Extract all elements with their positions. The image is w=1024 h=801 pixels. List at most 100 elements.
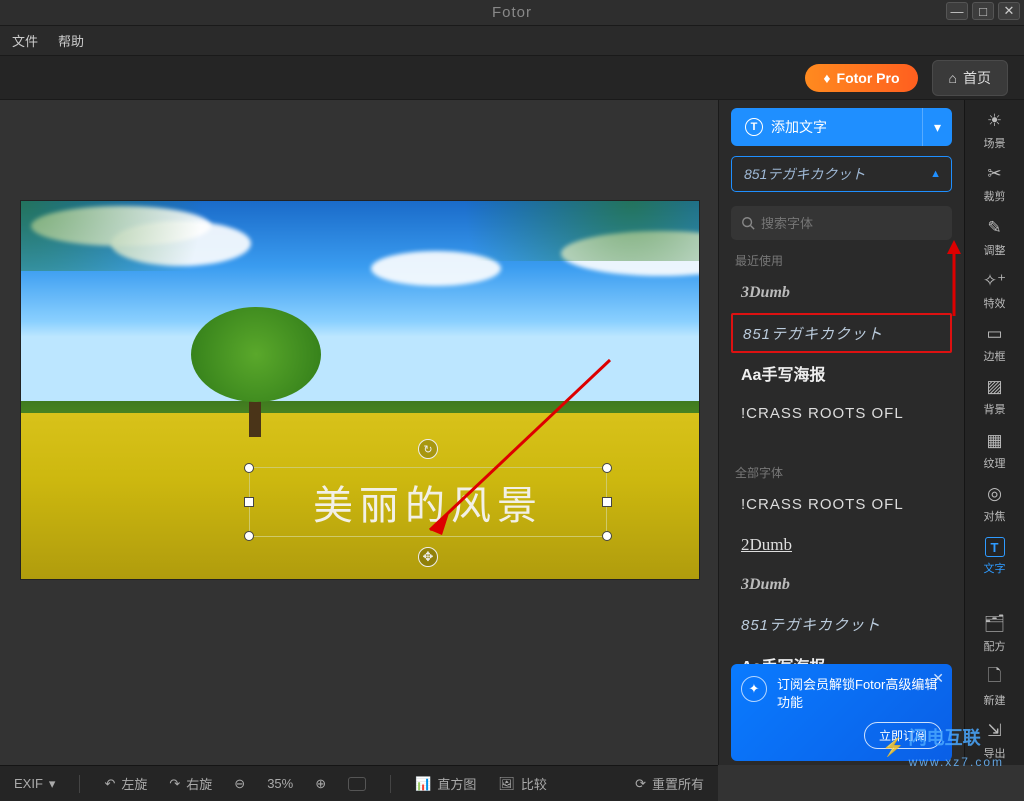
main-area: ↻ 美丽的风景 ✥ T 添加文字 ▾ [0,100,1024,765]
rotate-right-button[interactable]: ↷右旋 [169,774,212,793]
text-icon: T [985,537,1005,557]
minimize-button[interactable]: — [946,2,968,20]
menu-help[interactable]: 帮助 [58,31,84,50]
font-item[interactable]: Aa手写海报 [731,353,952,393]
font-name-label: Aa手写海报 [741,361,825,385]
canvas-area[interactable]: ↻ 美丽的风景 ✥ [0,100,718,765]
reset-button[interactable]: ⟳重置所有 [635,774,704,793]
maximize-button[interactable]: □ [972,2,994,20]
tool-frame[interactable]: ▭边框 [969,319,1021,368]
font-item[interactable]: 851テガキカクット [731,605,952,645]
rotate-right-icon: ↷ [169,776,180,792]
window-controls: — □ ✕ [946,2,1020,20]
right-column: T 添加文字 ▾ 851テガキカクット ▲ 最近使用 3Dumb851テガキカク [718,100,1024,765]
resize-handle-tl[interactable] [244,463,254,473]
tool-focus[interactable]: ◎对焦 [969,479,1021,528]
frame-icon: ▭ [984,323,1006,345]
move-handle[interactable]: ✥ [418,547,438,567]
text-icon: T [745,118,763,136]
separator [390,775,391,793]
export-icon: ⇲ [984,720,1006,742]
zoom-level[interactable]: 35% [267,776,293,791]
font-name-label: 851テガキカクット [741,614,881,635]
titlebar: Fotor — □ ✕ [0,0,1024,26]
resize-handle-bl[interactable] [244,531,254,541]
tool-scene[interactable]: ☀场景 [969,106,1021,155]
foliage-icon [21,201,292,271]
tree-icon [191,307,321,437]
fit-icon [348,777,366,791]
reset-icon: ⟳ [635,776,646,792]
separator [79,775,80,793]
rotate-handle[interactable]: ↻ [418,439,438,459]
tool-rail: ☀场景 ✂裁剪 ✎调整 ✧⁺特效 ▭边框 ▨背景 ▦纹理 ◎对焦 T文字 🗂配方… [964,100,1024,765]
tool-background[interactable]: ▨背景 [969,372,1021,421]
new-file-icon: 🗋 [984,667,1006,689]
fotor-pro-button[interactable]: ♦ Fotor Pro [805,64,917,92]
resize-handle-tr[interactable] [602,463,612,473]
font-item[interactable]: 2Dumb [731,525,952,565]
tool-new[interactable]: 🗋新建 [969,663,1021,712]
crop-icon: ✂ [984,163,1006,185]
close-icon[interactable]: ✕ [932,670,944,687]
font-name-label: !CRASS ROOTS OFL [741,496,904,513]
chevron-down-icon[interactable]: ▾ [922,108,952,146]
recent-font-list: 3Dumb851テガキカクット Aa手写海报 !CRASS ROOTS OFL [731,273,952,452]
app-title: Fotor [492,4,532,21]
exif-button[interactable]: EXIF▾ [14,776,55,792]
add-text-button[interactable]: T 添加文字 ▾ [731,108,952,146]
text-selection[interactable]: ↻ 美丽的风景 ✥ [249,461,607,543]
rotate-left-button[interactable]: ↶左旋 [104,774,147,793]
recent-fonts-label: 最近使用 [735,252,952,269]
tool-adjust[interactable]: ✎调整 [969,213,1021,262]
all-fonts-label: 全部字体 [735,464,952,481]
home-button[interactable]: ⌂ 首页 [932,60,1008,96]
font-panel: T 添加文字 ▾ 851テガキカクット ▲ 最近使用 3Dumb851テガキカク [718,100,964,765]
diamond-icon: ♦ [823,70,830,86]
font-item[interactable]: 3Dumb [731,273,952,313]
promo-banner: ✕ ✦ 订阅会员解锁Fotor高级编辑功能 立即订阅 [731,664,952,761]
zoom-in-icon: ⊕ [315,776,326,792]
font-name-label: Aa手写海报 [741,653,825,664]
background-icon: ▨ [984,376,1006,398]
zoom-in-button[interactable]: ⊕ [315,776,326,792]
subscribe-button[interactable]: 立即订阅 [864,722,942,749]
close-button[interactable]: ✕ [998,2,1020,20]
resize-handle-br[interactable] [602,531,612,541]
pro-label: Fotor Pro [837,70,900,86]
font-name-label: !CRASS ROOTS OFL [741,405,904,422]
font-name-label: 2Dumb [741,535,792,555]
canvas-text[interactable]: 美丽的风景 [249,461,607,543]
menu-file[interactable]: 文件 [12,31,38,50]
chevron-down-icon: ▾ [49,776,56,792]
compare-icon: 🖼 [498,776,515,792]
font-item[interactable]: !CRASS ROOTS OFL [731,393,952,433]
tool-text[interactable]: T文字 [969,532,1021,581]
search-icon [741,216,755,230]
resize-handle-ml[interactable] [244,497,254,507]
font-item[interactable]: !CRASS ROOTS OFL [731,485,952,525]
fit-screen-button[interactable] [348,777,366,791]
histogram-button[interactable]: 📊直方图 [415,774,476,793]
pencil-icon: ✎ [984,217,1006,239]
font-item[interactable]: Aa手写海报 [731,645,952,664]
font-search[interactable] [731,206,952,240]
tool-preset[interactable]: 🗂配方 [969,609,1021,658]
upgrade-icon: ✦ [741,676,767,702]
font-item[interactable]: 851テガキカクット [731,313,952,353]
tool-crop[interactable]: ✂裁剪 [969,159,1021,208]
resize-handle-mr[interactable] [602,497,612,507]
font-item[interactable]: 3Dumb [731,565,952,605]
texture-icon: ▦ [984,430,1006,452]
compare-button[interactable]: 🖼比较 [498,774,547,793]
tool-effect[interactable]: ✧⁺特效 [969,266,1021,315]
selected-font-label: 851テガキカクット [744,164,865,184]
tool-texture[interactable]: ▦纹理 [969,426,1021,475]
font-select-dropdown[interactable]: 851テガキカクット ▲ [731,156,952,192]
canvas-image[interactable]: ↻ 美丽的风景 ✥ [20,200,700,580]
tool-export[interactable]: ⇲导出 [969,716,1021,765]
font-search-input[interactable] [761,216,942,231]
zoom-out-button[interactable]: ⊖ [234,776,245,792]
preset-icon: 🗂 [984,613,1006,635]
home-label: 首页 [963,68,991,88]
